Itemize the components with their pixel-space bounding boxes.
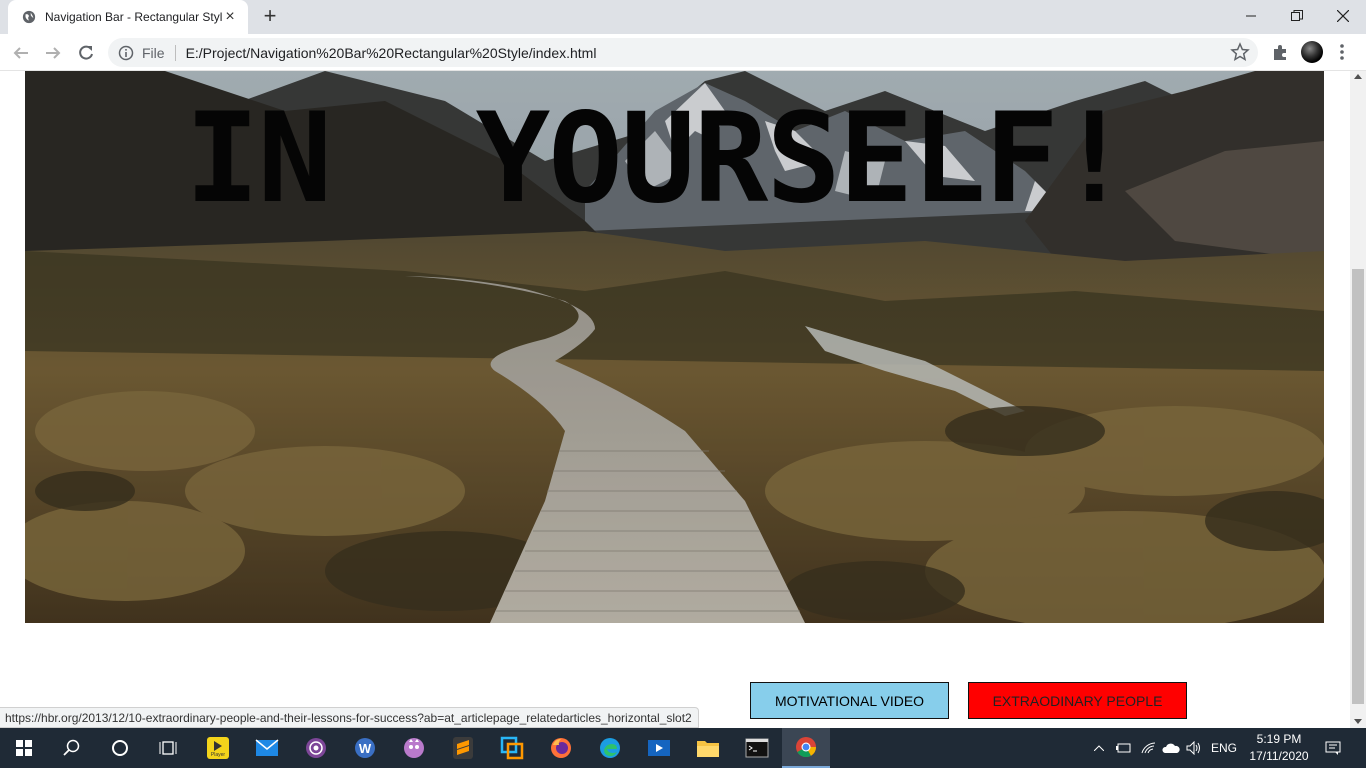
windows-start-icon[interactable] (0, 728, 48, 768)
address-bar[interactable]: File E:/Project/Navigation%20Bar%20Recta… (108, 38, 1258, 67)
kmplayer-icon[interactable]: Player (194, 728, 242, 768)
back-button[interactable] (8, 40, 34, 66)
url-scheme-label: File (142, 44, 176, 61)
notifications-icon[interactable] (1320, 728, 1346, 768)
page-scrollbar[interactable] (1350, 71, 1366, 728)
taskbar-clock[interactable]: 5:19 PM 17/11/2020 (1246, 731, 1312, 765)
clock-date: 17/11/2020 (1249, 749, 1309, 763)
wps-writer-icon[interactable]: W (341, 728, 389, 768)
cortana-icon[interactable] (96, 728, 144, 768)
hero-heading: IN YOURSELF! (185, 87, 1132, 231)
vlc-icon[interactable] (390, 728, 438, 768)
motivational-video-button[interactable]: MOTIVATIONAL VIDEO (750, 682, 949, 719)
url-text[interactable]: E:/Project/Navigation%20Bar%20Rectangula… (186, 45, 597, 61)
more-menu-icon[interactable] (1334, 42, 1350, 62)
globe-icon (22, 10, 36, 24)
forward-arrow-icon (46, 47, 61, 59)
hero-image: IN YOURSELF! (25, 71, 1324, 623)
reload-button[interactable] (73, 40, 99, 66)
sublime-text-icon[interactable] (439, 728, 487, 768)
scroll-up-arrow-icon[interactable] (1354, 74, 1362, 79)
minimize-icon (1246, 15, 1256, 17)
browser-tab[interactable]: Navigation Bar - Rectangular Style × (8, 0, 248, 34)
scroll-down-arrow-icon[interactable] (1354, 719, 1362, 724)
task-view-icon[interactable] (144, 728, 192, 768)
forward-button[interactable] (40, 40, 66, 66)
tab-close-icon[interactable]: × (222, 9, 238, 25)
command-prompt-icon[interactable] (733, 728, 781, 768)
search-icon[interactable] (48, 728, 96, 768)
back-arrow-icon (13, 47, 28, 59)
extraordinary-people-button[interactable]: EXTRAODINARY PEOPLE (968, 682, 1187, 719)
page-viewport: IN YOURSELF! MOTIVATIONAL VIDEO EXTRAODI… (0, 71, 1350, 728)
minimize-button[interactable] (1228, 0, 1274, 32)
close-icon (1337, 10, 1349, 22)
tor-icon[interactable] (292, 728, 340, 768)
office-icon[interactable] (488, 728, 536, 768)
tab-strip: Navigation Bar - Rectangular Style × + (0, 0, 1366, 34)
volume-icon[interactable] (1183, 728, 1205, 768)
extensions-puzzle-icon[interactable] (1270, 42, 1290, 62)
windows-taskbar: Player W ENG 5:19 PM 17/11/2020 (0, 728, 1366, 768)
reload-icon (79, 45, 93, 60)
browser-toolbar: File E:/Project/Navigation%20Bar%20Recta… (0, 34, 1366, 71)
new-tab-button[interactable]: + (258, 5, 282, 29)
scrollbar-thumb[interactable] (1352, 269, 1364, 704)
player-label: Player (211, 752, 226, 758)
edge-icon[interactable] (586, 728, 634, 768)
status-bar-url: https://hbr.org/2013/12/10-extraordinary… (0, 707, 699, 728)
restore-icon (1291, 10, 1303, 21)
mail-icon[interactable] (243, 728, 291, 768)
wifi-icon[interactable] (1138, 728, 1160, 768)
onedrive-cloud-icon[interactable] (1160, 728, 1182, 768)
svg-text:W: W (359, 741, 372, 756)
profile-avatar[interactable] (1301, 41, 1323, 63)
bookmark-star-icon[interactable] (1230, 42, 1250, 62)
restore-button[interactable] (1274, 0, 1320, 32)
tab-title: Navigation Bar - Rectangular Style (45, 10, 222, 24)
media-player-icon[interactable] (635, 728, 683, 768)
close-window-button[interactable] (1320, 0, 1366, 32)
file-explorer-icon[interactable] (684, 728, 732, 768)
info-icon[interactable] (118, 45, 134, 61)
battery-icon[interactable] (1112, 728, 1134, 768)
clock-time: 5:19 PM (1256, 732, 1302, 746)
show-hidden-icons-chevron-icon[interactable] (1090, 728, 1108, 768)
firefox-icon[interactable] (537, 728, 585, 768)
chrome-icon[interactable] (782, 728, 830, 768)
language-indicator[interactable]: ENG (1208, 728, 1240, 768)
